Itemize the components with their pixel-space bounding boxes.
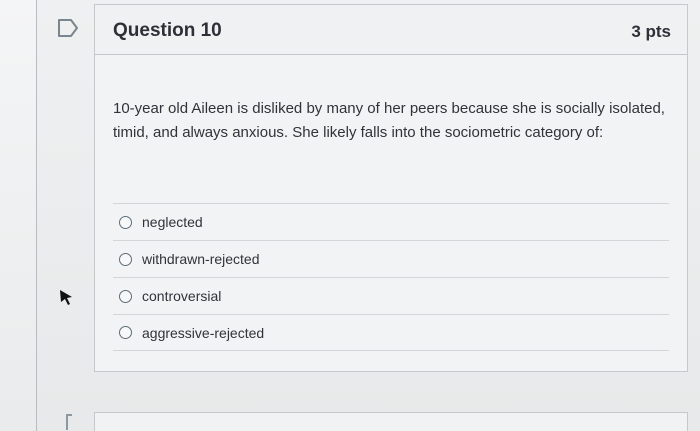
next-question-flag-icon[interactable] [66,414,72,430]
answer-label: withdrawn-rejected [142,251,260,267]
quiz-screen: Question 10 3 pts 10-year old Aileen is … [0,0,700,431]
answer-option-neglected[interactable]: neglected [113,203,669,240]
question-prompt: 10-year old Aileen is disliked by many o… [113,100,665,141]
question-header: Question 10 3 pts [95,5,687,55]
radio-button[interactable] [119,326,132,339]
answer-options: neglected withdrawn-rejected controversi… [113,203,669,351]
answer-option-controversial[interactable]: controversial [113,277,669,314]
flag-question-icon[interactable] [57,18,79,38]
mouse-pointer-icon [60,290,72,305]
radio-button[interactable] [119,289,132,303]
answer-option-aggressive-rejected[interactable]: aggressive-rejected [113,314,669,351]
answer-label: neglected [142,214,203,230]
left-rail [0,0,37,431]
question-points: 3 pts [631,22,671,41]
question-card: Question 10 3 pts 10-year old Aileen is … [94,4,688,372]
answer-label: aggressive-rejected [142,324,265,341]
question-title: Question 10 [113,20,222,41]
answer-label: controversial [142,288,222,304]
answer-option-withdrawn-rejected[interactable]: withdrawn-rejected [113,240,669,277]
radio-button[interactable] [119,252,132,266]
radio-button[interactable] [119,215,132,229]
next-question-card [94,412,688,431]
